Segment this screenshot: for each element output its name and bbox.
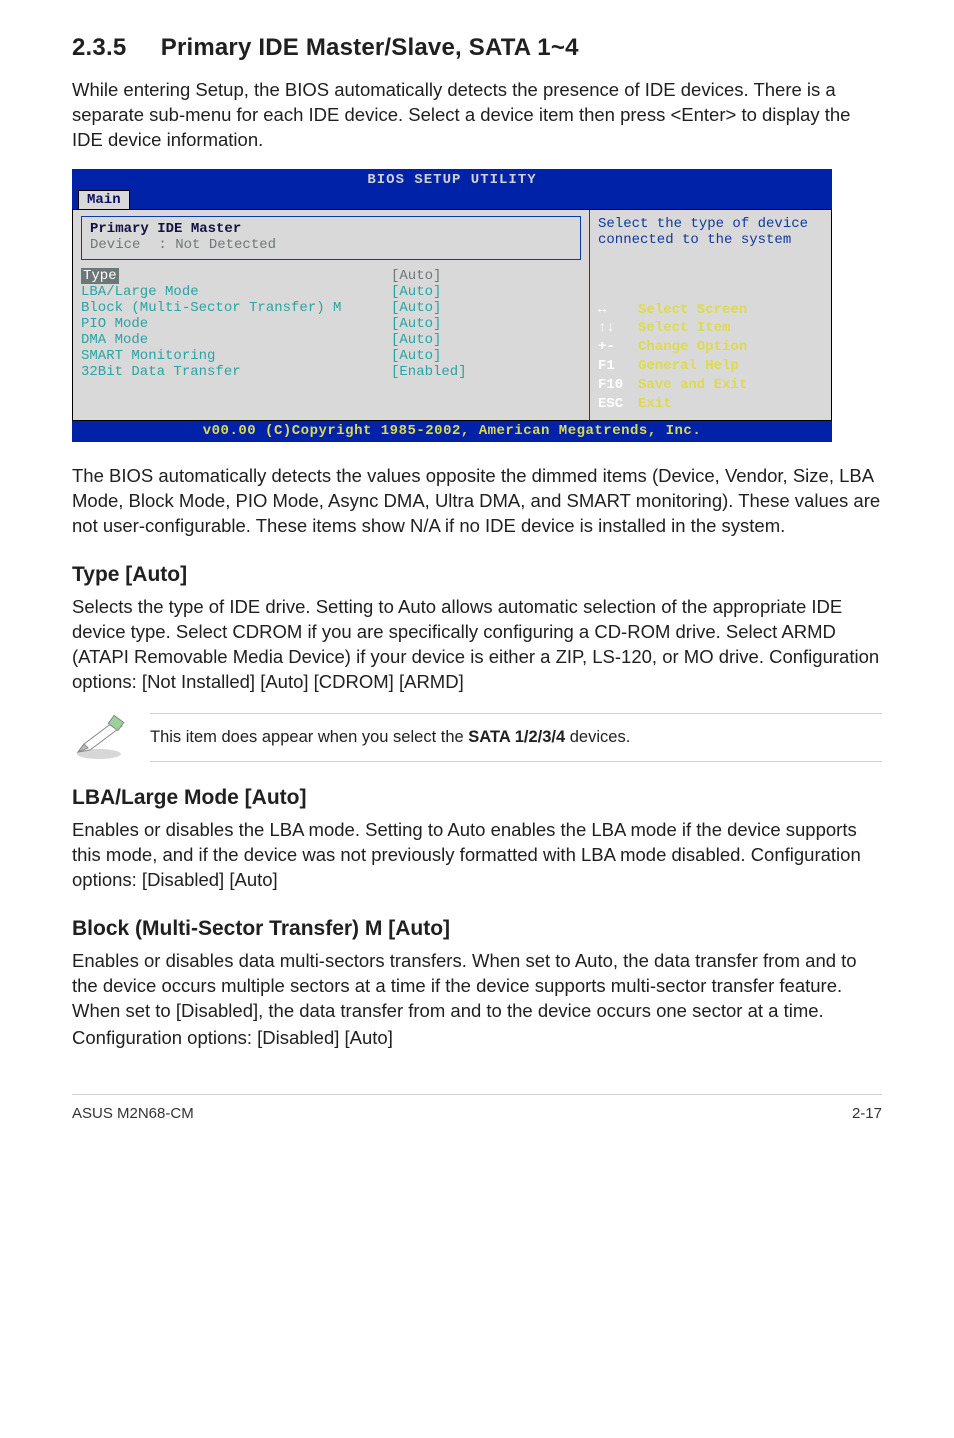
bios-key-desc: Select Item: [638, 320, 730, 336]
heading-type: Type [Auto]: [72, 563, 882, 587]
bios-setting-row[interactable]: Block (Multi-Sector Transfer) M [Auto]: [81, 300, 581, 316]
bios-key-row: F10Save and Exit: [598, 376, 823, 395]
bios-key-symbol: F10: [598, 376, 638, 395]
bios-setting-row[interactable]: DMA Mode [Auto]: [81, 332, 581, 348]
bios-setting-row[interactable]: Type [Auto]: [81, 268, 581, 284]
section-number: 2.3.5: [72, 34, 126, 61]
bios-key-row: +-Change Option: [598, 338, 823, 357]
paragraph-after-bios: The BIOS automatically detects the value…: [72, 464, 882, 539]
bios-key-desc: General Help: [638, 358, 739, 374]
bios-key-legend: ↔Select Screen↑↓Select Item+-Change Opti…: [598, 301, 823, 414]
bios-setting-value: [Enabled]: [391, 364, 467, 380]
bios-setting-row[interactable]: LBA/Large Mode [Auto]: [81, 284, 581, 300]
bios-key-row: ESCExit: [598, 395, 823, 414]
bios-setting-label: DMA Mode: [81, 332, 381, 348]
bios-device-label: Device: [90, 237, 140, 253]
heading-block: Block (Multi-Sector Transfer) M [Auto]: [72, 917, 882, 941]
bios-key-row: ↑↓Select Item: [598, 319, 823, 338]
note-bold: SATA 1/2/3/4: [468, 728, 565, 746]
bios-key-desc: Exit: [638, 396, 672, 412]
bios-key-symbol: ↔: [598, 301, 638, 320]
bios-key-symbol: ESC: [598, 395, 638, 414]
bios-setting-value: [Auto]: [391, 284, 441, 300]
bios-setting-value: [Auto]: [391, 332, 441, 348]
section-title-text: Primary IDE Master/Slave, SATA 1~4: [161, 34, 579, 61]
pencil-icon: [72, 714, 126, 760]
bios-device-value: : Not Detected: [158, 237, 276, 253]
paragraph-type: Selects the type of IDE drive. Setting t…: [72, 595, 882, 695]
bios-tab-main[interactable]: Main: [78, 190, 130, 209]
bios-setting-value: [Auto]: [391, 268, 441, 284]
heading-lba: LBA/Large Mode [Auto]: [72, 786, 882, 810]
bios-setting-label: SMART Monitoring: [81, 348, 381, 364]
footer-left: ASUS M2N68-CM: [72, 1105, 194, 1122]
paragraph-lba: Enables or disables the LBA mode. Settin…: [72, 818, 882, 893]
note-text: This item does appear when you select th…: [150, 713, 882, 762]
paragraph-block-2: Configuration options: [Disabled] [Auto]: [72, 1026, 882, 1051]
bios-key-row: ↔Select Screen: [598, 301, 823, 320]
bios-key-symbol: +-: [598, 338, 638, 357]
bios-device-panel: Primary IDE Master Device : Not Detected: [81, 216, 581, 260]
bios-setting-label: PIO Mode: [81, 316, 381, 332]
page-footer: ASUS M2N68-CM 2-17: [72, 1094, 882, 1122]
bios-setting-label: LBA/Large Mode: [81, 284, 381, 300]
note-suffix: devices.: [565, 728, 630, 746]
bios-tab-row: Main: [72, 190, 832, 209]
bios-footer-bar: v00.00 (C)Copyright 1985-2002, American …: [72, 421, 832, 442]
bios-key-symbol: F1: [598, 357, 638, 376]
bios-key-desc: Select Screen: [638, 302, 747, 318]
bios-setting-value: [Auto]: [391, 300, 441, 316]
bios-key-symbol: ↑↓: [598, 319, 638, 338]
bios-setting-row[interactable]: 32Bit Data Transfer [Enabled]: [81, 364, 581, 380]
bios-left-panel: Primary IDE Master Device : Not Detected…: [73, 210, 589, 420]
bios-settings-list: Type[Auto]LBA/Large Mode[Auto]Block (Mul…: [81, 268, 581, 380]
bios-screenshot: BIOS SETUP UTILITY Main Primary IDE Mast…: [72, 169, 882, 442]
bios-setting-row[interactable]: SMART Monitoring [Auto]: [81, 348, 581, 364]
note-callout: This item does appear when you select th…: [72, 713, 882, 762]
section-heading: 2.3.5 Primary IDE Master/Slave, SATA 1~4: [72, 34, 882, 62]
bios-key-desc: Save and Exit: [638, 377, 747, 393]
bios-setting-row[interactable]: PIO Mode [Auto]: [81, 316, 581, 332]
bios-key-desc: Change Option: [638, 339, 747, 355]
paragraph-block-1: Enables or disables data multi-sectors t…: [72, 949, 882, 1024]
note-prefix: This item does appear when you select th…: [150, 728, 468, 746]
footer-right: 2-17: [852, 1105, 882, 1122]
bios-help-panel: Select the type of device connected to t…: [589, 210, 831, 420]
bios-titlebar: BIOS SETUP UTILITY: [72, 169, 832, 190]
bios-setting-label: Type: [81, 268, 119, 284]
bios-panel-header: Primary IDE Master: [90, 221, 572, 237]
bios-help-text: Select the type of device connected to t…: [598, 216, 823, 248]
bios-setting-value: [Auto]: [391, 348, 441, 364]
bios-setting-value: [Auto]: [391, 316, 441, 332]
bios-key-row: F1General Help: [598, 357, 823, 376]
section-intro: While entering Setup, the BIOS automatic…: [72, 78, 882, 153]
bios-setting-label: 32Bit Data Transfer: [81, 364, 381, 380]
bios-setting-label: Block (Multi-Sector Transfer) M: [81, 300, 381, 316]
